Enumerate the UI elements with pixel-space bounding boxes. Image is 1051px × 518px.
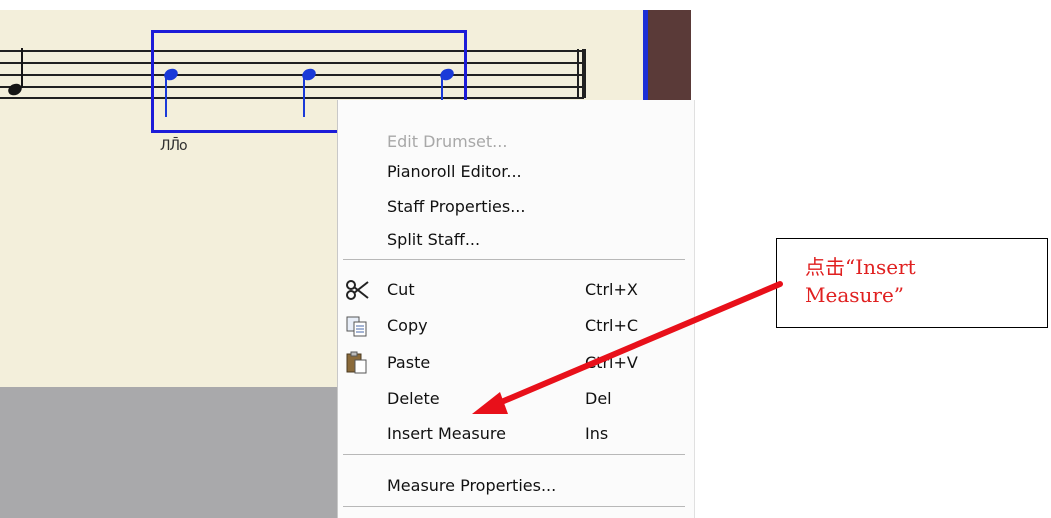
menu-shortcut: Ins [585,424,609,443]
menu-item-label: Cut [387,280,415,299]
menu-shortcut: Ctrl+X [585,280,638,299]
menu-item-label: Copy [387,316,428,335]
menu-delete[interactable]: Delete Del [338,385,694,413]
tab-marks: ЛЛ̄о [160,138,188,154]
menu-separator [343,259,685,260]
menu-item-label: Split Staff... [387,230,481,249]
menu-item-label: Delete [387,389,440,408]
menu-measure-properties[interactable]: Measure Properties... [338,472,694,500]
scissors-icon [344,278,370,302]
menu-copy[interactable]: Copy Ctrl+C [338,312,694,340]
menu-insert-measure[interactable]: Insert Measure Ins [338,420,694,448]
menu-paste[interactable]: Paste Ctrl+V [338,349,694,377]
annotation-callout: 点击“Insert Measure” [776,238,1048,328]
final-barline [582,49,586,98]
menu-item-label: Measure Properties... [387,476,557,495]
menu-cut[interactable]: Cut Ctrl+X [338,276,694,304]
menu-split-staff[interactable]: Split Staff... [338,226,694,254]
menu-edit-drumset[interactable]: Edit Drumset... [338,128,694,156]
menu-item-label: Staff Properties... [387,197,526,216]
note-stem [21,48,23,88]
menu-shortcut: Del [585,389,612,408]
copy-icon [344,314,370,338]
context-menu: Edit Drumset... Pianoroll Editor... Staf… [337,100,694,518]
callout-line: Measure” [805,283,905,307]
menu-item-label: Insert Measure [387,424,506,443]
menu-staff-properties[interactable]: Staff Properties... [338,193,694,221]
menu-item-label: Pianoroll Editor... [387,162,522,181]
menu-pianoroll-editor[interactable]: Pianoroll Editor... [338,158,694,186]
note-stem [165,75,167,117]
callout-line: 点击“Insert [805,255,916,279]
note-stem [303,75,305,117]
menu-shortcut: Ctrl+V [585,353,638,372]
menu-item-label: Edit Drumset... [387,132,508,151]
menu-separator [343,506,685,507]
barline [577,49,579,98]
menu-shortcut: Ctrl+C [585,316,639,335]
menu-item-label: Paste [387,353,431,372]
musescore-window: ЛЛ̄о Edit Drumset... Pianoroll Editor...… [0,0,700,518]
menu-separator [343,454,685,455]
paste-icon [344,351,370,375]
